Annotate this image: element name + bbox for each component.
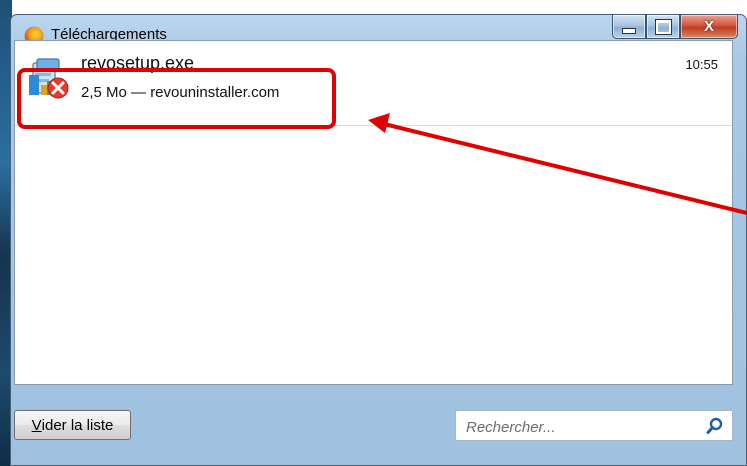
search-box[interactable] [455, 410, 733, 441]
maximize-icon [655, 19, 671, 34]
caption-buttons: X [612, 15, 738, 39]
minimize-button[interactable] [612, 15, 646, 39]
downloads-list[interactable]: revosetup.exe 2,5 Mo — revouninstaller.c… [14, 40, 733, 385]
minimize-icon [622, 27, 636, 34]
file-name: revosetup.exe [81, 53, 195, 73]
search-icon[interactable] [706, 417, 724, 435]
close-button[interactable]: X [680, 15, 738, 39]
desktop-background [0, 0, 747, 12]
maximize-button[interactable] [646, 15, 680, 39]
failed-installer-icon [29, 58, 69, 99]
clear-list-button[interactable]: Vider la liste [14, 410, 131, 440]
download-item[interactable]: revosetup.exe 2,5 Mo — revouninstaller.c… [15, 41, 732, 126]
close-icon: X [703, 18, 714, 35]
clear-list-label: ider la liste [41, 416, 114, 434]
clear-list-accesskey: V [31, 416, 42, 434]
file-meta: 2,5 Mo — revouninstaller.com [81, 84, 280, 101]
search-input[interactable] [464, 416, 698, 438]
download-time: 10:55 [685, 57, 718, 72]
